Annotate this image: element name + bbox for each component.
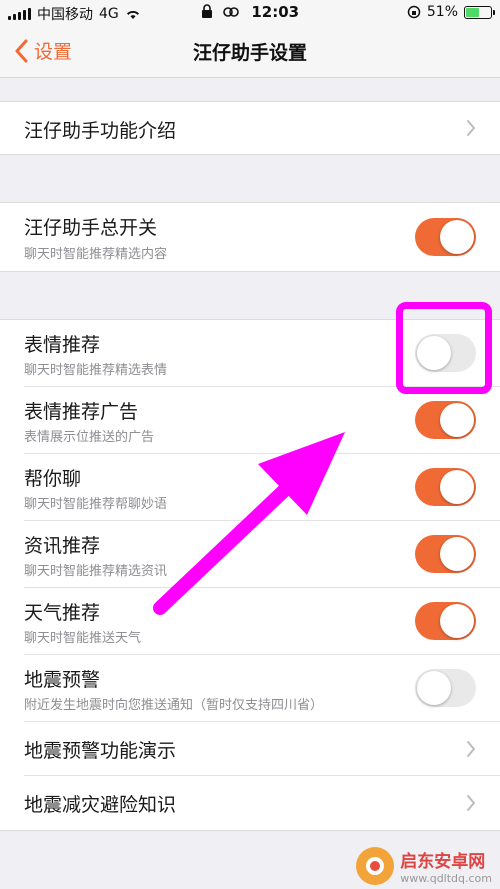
watermark-url: www.qdltdq.com [400, 872, 492, 885]
watermark-logo-icon [356, 847, 395, 885]
watermark-text: 启东安卓网 www.qdltdq.com [400, 847, 492, 885]
annotation-arrow [153, 432, 345, 615]
watermark-name: 启东安卓网 [400, 852, 486, 872]
watermark: 启东安卓网 www.qdltdq.com [356, 847, 492, 885]
